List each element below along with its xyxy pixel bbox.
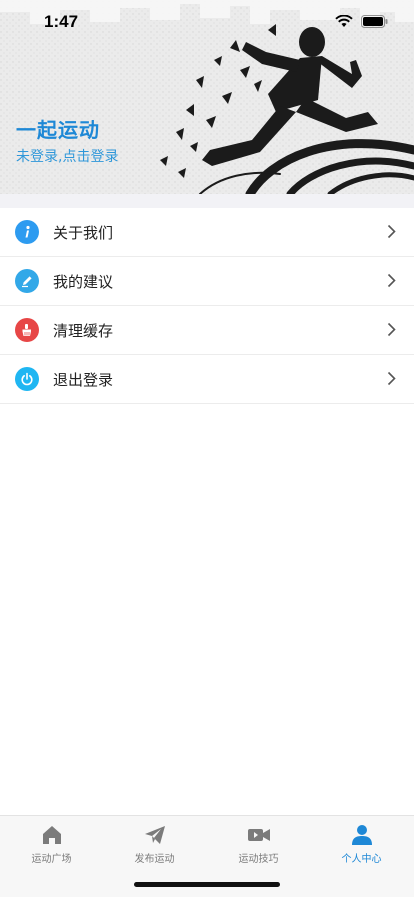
wifi-icon xyxy=(335,15,353,27)
menu-label: 我的建议 xyxy=(53,272,114,291)
menu-item-about-us[interactable]: 关于我们 xyxy=(0,208,414,257)
tab-personal-center[interactable]: 个人中心 xyxy=(310,823,413,865)
tab-sport-tips[interactable]: 运动技巧 xyxy=(207,823,310,865)
menu-label: 清理缓存 xyxy=(53,321,114,340)
person-icon xyxy=(351,825,372,845)
tab-sports-square[interactable]: 运动广场 xyxy=(0,823,103,865)
home-indicator xyxy=(134,882,280,887)
menu-label: 关于我们 xyxy=(53,223,114,242)
menu-label: 退出登录 xyxy=(53,370,114,389)
settings-menu: 关于我们 我的建议 清理缓存 退出登录 xyxy=(0,208,414,404)
status-time: 1:47 xyxy=(44,12,79,31)
header-banner: 1:47 一起运动 未登录,点击登录 xyxy=(0,0,414,194)
login-link[interactable]: 未登录,点击登录 xyxy=(16,146,118,166)
menu-item-clear-cache[interactable]: 清理缓存 xyxy=(0,306,414,355)
chevron-right-icon xyxy=(387,371,396,386)
tab-label: 发布运动 xyxy=(134,854,175,865)
app-title: 一起运动 xyxy=(16,118,100,142)
tab-publish-sport[interactable]: 发布运动 xyxy=(103,823,206,865)
menu-item-my-suggestions[interactable]: 我的建议 xyxy=(0,257,414,306)
power-icon xyxy=(15,367,39,391)
home-icon xyxy=(42,826,61,844)
paper-plane-icon xyxy=(144,826,165,844)
section-gap xyxy=(0,194,414,208)
video-camera-icon xyxy=(247,829,270,841)
chevron-right-icon xyxy=(387,322,396,337)
tab-label: 运动技巧 xyxy=(238,854,279,865)
chevron-right-icon xyxy=(387,273,396,288)
edit-pencil-icon xyxy=(15,269,39,293)
battery-icon xyxy=(361,15,388,28)
menu-item-logout[interactable]: 退出登录 xyxy=(0,355,414,404)
chevron-right-icon xyxy=(387,224,396,239)
tab-label: 运动广场 xyxy=(31,854,72,865)
tab-label: 个人中心 xyxy=(341,854,382,865)
status-bar: 1:47 xyxy=(0,0,414,46)
broom-icon xyxy=(15,318,39,342)
info-icon xyxy=(15,220,39,244)
